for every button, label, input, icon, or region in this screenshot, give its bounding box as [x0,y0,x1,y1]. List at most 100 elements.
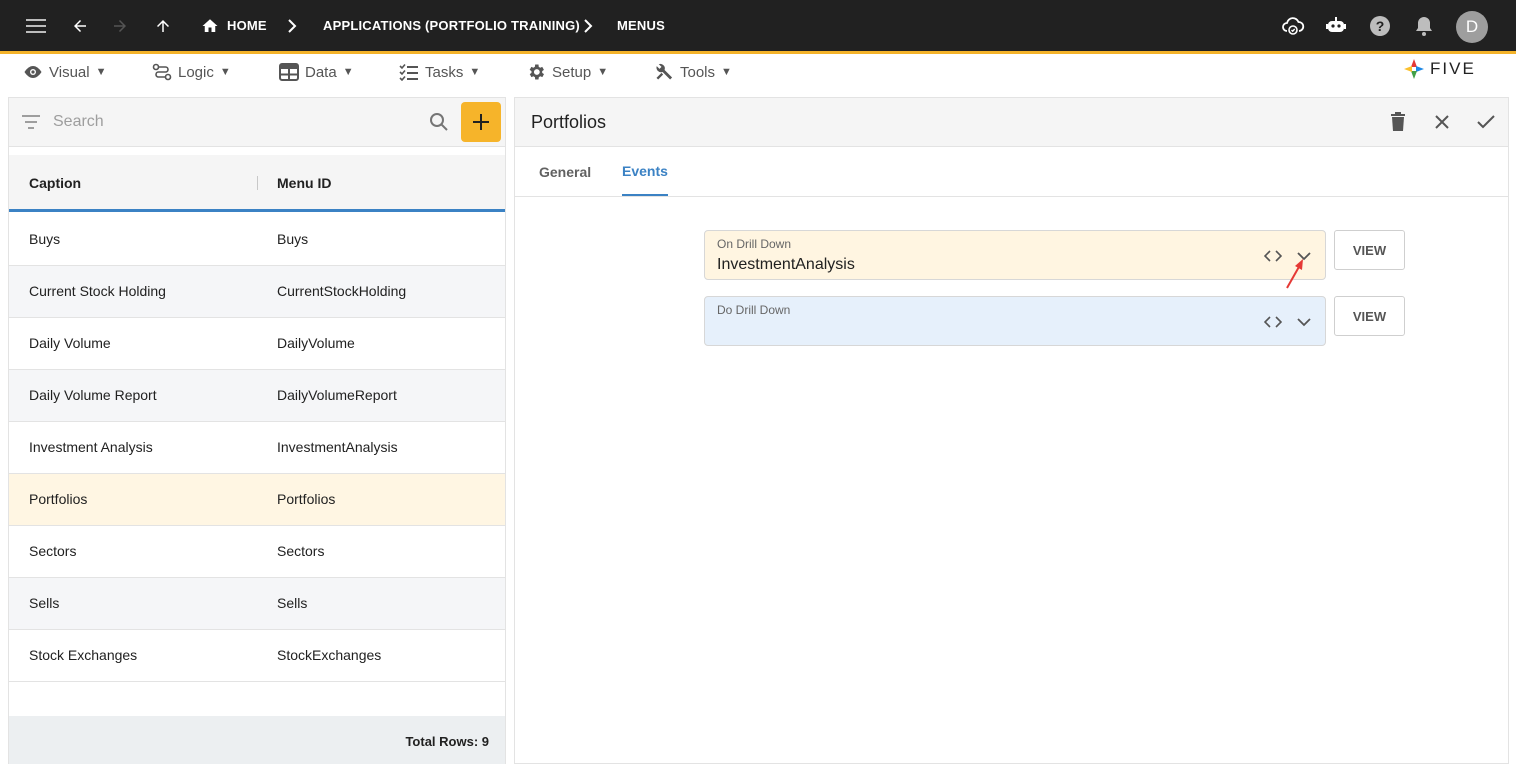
menu-setup[interactable]: Setup ▼ [526,54,608,90]
help-icon[interactable]: ? [1369,0,1391,51]
cell-menu-id: DailyVolume [277,335,355,351]
table-row-selected[interactable]: Portfolios Portfolios [9,474,505,526]
cell-caption: Portfolios [29,491,88,507]
logo-text: FIVE [1430,59,1476,78]
view-button-on-drill-down[interactable]: VIEW [1334,230,1405,270]
gear-icon [529,64,544,80]
notification-bell-icon[interactable] [1413,0,1435,51]
chevron-right-icon [284,0,300,51]
chat-bot-icon[interactable] [1323,0,1349,51]
tab-general[interactable]: General [539,147,591,196]
menu-bar: Visual ▼ Logic ▼ Data ▼ Tasks ▼ Setup ▼ … [0,54,1516,90]
top-bar: HOME APPLICATIONS (PORTFOLIO TRAINING) M… [0,0,1516,54]
menu-logic[interactable]: Logic ▼ [152,54,231,90]
view-button-do-drill-down[interactable]: VIEW [1334,296,1405,336]
cell-caption: Daily Volume [29,335,111,351]
menu-icon[interactable] [22,0,50,51]
detail-panel: Portfolios General Events On Drill Down … [514,97,1509,764]
menu-tasks[interactable]: Tasks ▼ [399,54,480,90]
table-row[interactable]: Daily Volume Report DailyVolumeReport [9,370,505,422]
home-icon[interactable] [199,0,221,51]
tools-icon [656,63,673,80]
page-title: Portfolios [531,112,607,132]
cloud-sync-icon[interactable] [1280,0,1306,51]
search-icon[interactable] [429,112,449,137]
cell-caption: Sectors [29,543,77,559]
caret-down-icon: ▼ [721,66,732,78]
search-bar [9,98,505,147]
table-row[interactable]: Investment Analysis InvestmentAnalysis [9,422,505,474]
close-icon[interactable] [1430,110,1454,134]
table-row[interactable]: Current Stock Holding CurrentStockHolding [9,266,505,318]
cell-menu-id: DailyVolumeReport [277,387,397,403]
cell-caption: Stock Exchanges [29,647,138,663]
chevron-right-icon [580,0,596,51]
search-input[interactable] [53,110,413,134]
breadcrumb-application[interactable]: APPLICATIONS (PORTFOLIO TRAINING) [323,0,580,51]
total-rows: Total Rows: 9 [405,734,489,749]
menu-visual[interactable]: Visual ▼ [23,54,106,90]
avatar[interactable]: D [1456,11,1488,43]
caret-down-icon: ▼ [219,66,231,78]
table-header: Caption Menu ID [9,155,505,212]
delete-icon[interactable] [1386,110,1410,134]
table-body: Buys Buys Current Stock Holding CurrentSto… [9,214,505,682]
caret-down-icon: ▼ [469,66,481,78]
do-drill-down-field[interactable]: Do Drill Down [704,296,1326,346]
column-header-caption[interactable]: Caption [29,175,81,191]
cell-menu-id: Buys [277,231,309,247]
column-header-menu-id[interactable]: Menu ID [277,175,331,191]
on-drill-down-label: On Drill Down [717,237,792,251]
caret-down-icon: ▼ [342,66,354,78]
cell-menu-id: Portfolios [277,491,336,507]
five-logo-icon [1404,59,1424,79]
caret-down-icon: ▼ [95,66,107,78]
menu-data[interactable]: Data ▼ [279,54,354,90]
table-row[interactable]: Sells Sells [9,578,505,630]
add-button[interactable] [461,102,501,142]
cell-menu-id: InvestmentAnalysis [277,439,398,455]
cell-caption: Sells [29,595,60,611]
tab-bar: General Events [515,147,1508,197]
checklist-icon [399,63,418,81]
on-drill-down-value[interactable]: InvestmentAnalysis [717,256,855,274]
cell-caption: Daily Volume Report [29,387,157,403]
code-brackets-icon[interactable] [1263,313,1283,331]
detail-header: Portfolios [515,98,1508,147]
table-row[interactable]: Buys Buys [9,214,505,266]
forward-arrow-icon [108,0,132,51]
tab-events[interactable]: Events [622,147,668,196]
menu-tasks-label: Tasks [425,63,464,81]
menu-tools-label: Tools [680,63,716,81]
plus-icon [473,114,489,130]
menu-list-panel: Caption Menu ID Buys Buys Current Stock H… [8,97,506,764]
menu-logic-label: Logic [178,63,214,81]
cell-menu-id: StockExchanges [277,647,382,663]
up-arrow-icon[interactable] [151,0,175,51]
filter-icon[interactable] [21,113,41,136]
table-grid-icon [279,63,299,81]
cell-caption: Investment Analysis [29,439,153,455]
column-divider [257,176,258,190]
back-arrow-icon[interactable] [68,0,92,51]
table-row[interactable]: Sectors Sectors [9,526,505,578]
table-row[interactable]: Daily Volume DailyVolume [9,318,505,370]
save-check-icon[interactable] [1474,110,1498,134]
table-row[interactable]: Stock Exchanges StockExchanges [9,630,505,682]
caret-down-icon: ▼ [597,66,609,78]
menu-setup-label: Setup [552,63,592,81]
menu-visual-label: Visual [49,63,90,81]
menu-data-label: Data [305,63,337,81]
five-logo: FIVE [1402,56,1476,82]
on-drill-down-field[interactable]: On Drill Down InvestmentAnalysis [704,230,1326,280]
chevron-down-icon[interactable] [1294,313,1314,331]
svg-text:?: ? [1376,18,1385,34]
cell-menu-id: CurrentStockHolding [277,283,407,299]
logic-flow-icon [152,63,172,81]
breadcrumb-current: MENUS [617,18,665,33]
menu-tools[interactable]: Tools ▼ [654,54,732,90]
do-drill-down-label: Do Drill Down [717,303,791,317]
breadcrumb-home[interactable]: HOME [227,0,267,51]
code-brackets-icon[interactable] [1263,247,1283,265]
annotation-arrow-icon [1283,258,1307,295]
